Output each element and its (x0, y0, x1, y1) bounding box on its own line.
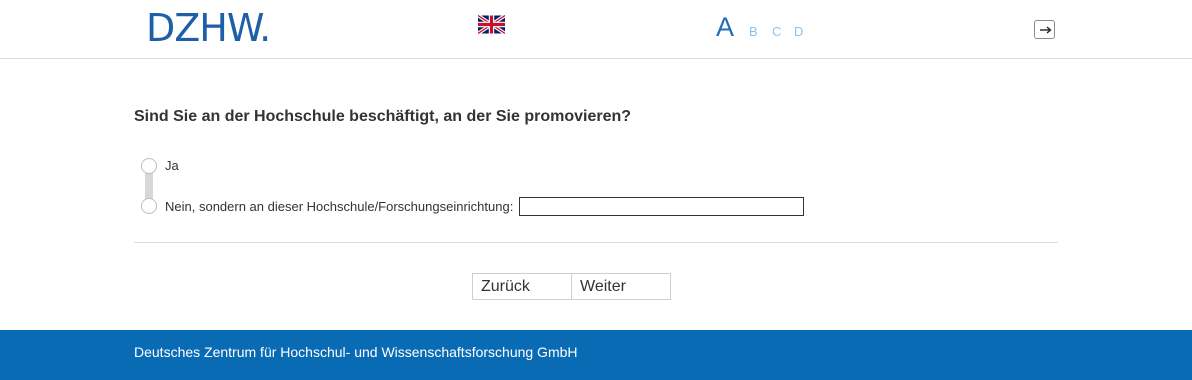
radio-ja[interactable] (141, 158, 157, 174)
next-button[interactable]: Weiter (571, 273, 671, 300)
option-label-nein[interactable]: Nein, sondern an dieser Hochschule/Forsc… (165, 199, 513, 214)
option-connector (145, 170, 153, 200)
option-label-ja[interactable]: Ja (165, 158, 179, 173)
section-b: B (749, 24, 758, 39)
footer-text: Deutsches Zentrum für Hochschul- und Wis… (134, 344, 578, 360)
section-c: C (772, 24, 782, 39)
uk-flag-icon[interactable] (478, 15, 505, 34)
radio-nein[interactable] (141, 198, 157, 214)
question-text: Sind Sie an der Hochschule beschäftigt, … (134, 108, 632, 125)
exit-icon (1040, 26, 1052, 34)
dzhw-logo: DZHW. (146, 6, 271, 50)
footer: Deutsches Zentrum für Hochschul- und Wis… (0, 330, 1192, 380)
section-d: D (794, 24, 804, 39)
header: DZHW. A B C D (0, 0, 1192, 59)
institution-input[interactable] (519, 197, 804, 216)
section-current: A (716, 12, 735, 42)
back-button[interactable]: Zurück (472, 273, 572, 300)
exit-button[interactable] (1034, 20, 1055, 39)
divider (134, 242, 1058, 243)
